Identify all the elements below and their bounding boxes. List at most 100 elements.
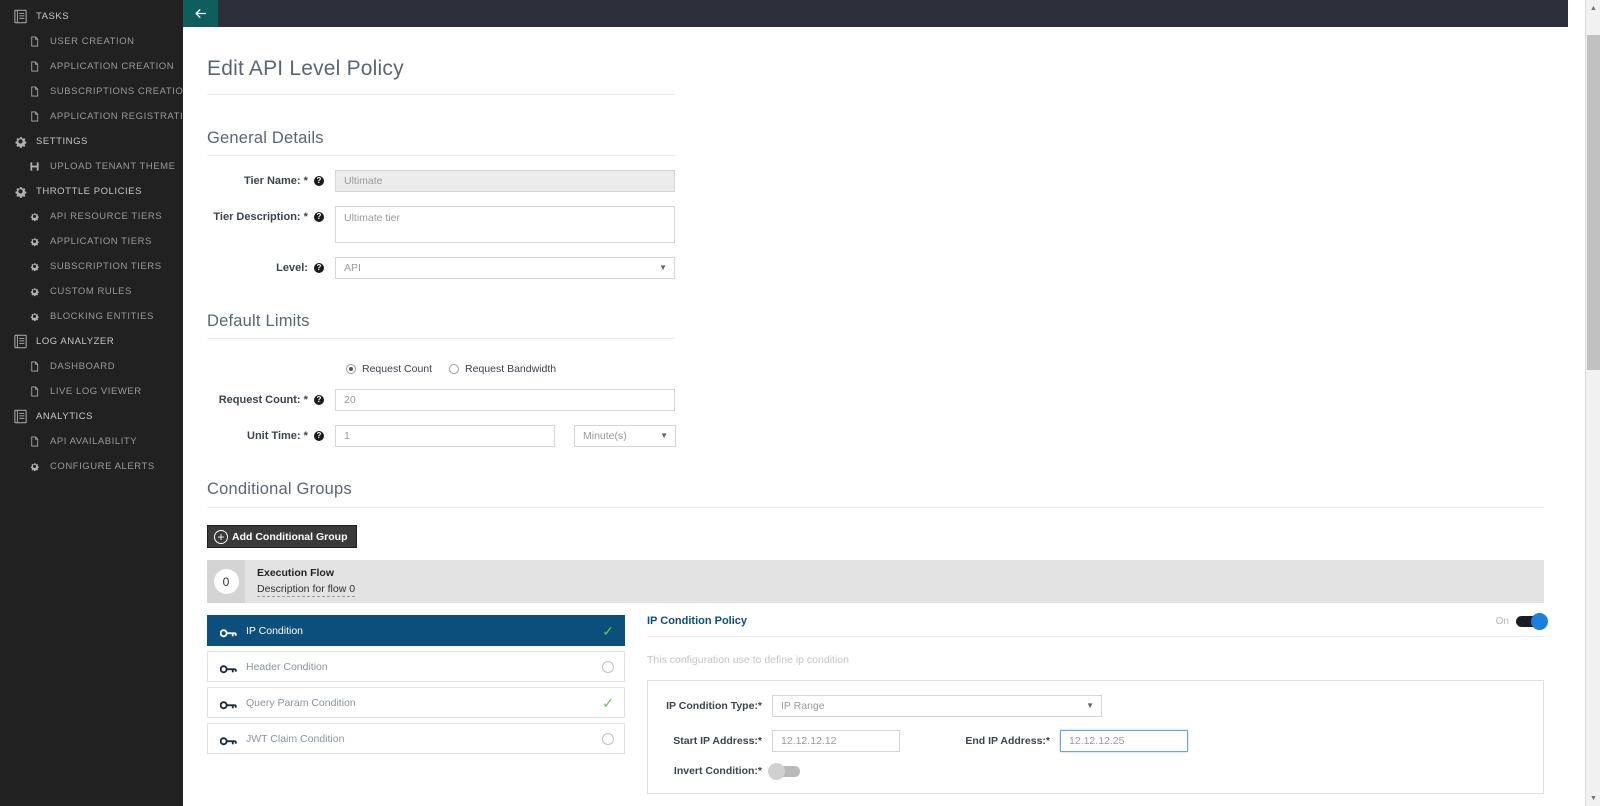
- help-icon[interactable]: ?: [314, 176, 324, 187]
- sidebar-item-live-log-viewer[interactable]: LIVE LOG VIEWER: [0, 379, 183, 404]
- back-button[interactable]: [183, 0, 218, 27]
- condition-item-label: JWT Claim Condition: [246, 732, 345, 745]
- sidebar-item-configure-alerts[interactable]: CONFIGURE ALERTS: [0, 454, 183, 479]
- app-root: TASKS USER CREATION APPLICATION CREATION SU…: [0, 0, 1600, 806]
- level-select[interactable]: API ▼: [335, 257, 675, 279]
- unit-time-input[interactable]: [335, 425, 555, 447]
- sidebar-item-blocking-entities[interactable]: BLOCKING ENTITIES: [0, 304, 183, 329]
- help-icon[interactable]: ?: [314, 395, 324, 406]
- start-ip-input[interactable]: [772, 730, 900, 752]
- toggle-knob: [1531, 612, 1548, 630]
- condition-item-ip-condition[interactable]: IP Condition ✓: [207, 615, 625, 646]
- sidebar: TASKS USER CREATION APPLICATION CREATION SU…: [0, 0, 183, 806]
- radio-request-bandwidth[interactable]: Request Bandwidth: [449, 363, 556, 375]
- ip-condition-type-value: IP Range: [781, 700, 825, 712]
- policy-toggle-wrap: On: [1495, 612, 1548, 630]
- sidebar-item-throttle-policies[interactable]: THROTTLE POLICIES: [0, 179, 183, 204]
- add-conditional-group-label: Add Conditional Group: [232, 530, 348, 543]
- level-label-text: Level:: [276, 262, 308, 274]
- request-count-input[interactable]: [335, 389, 675, 411]
- scroll-down-arrow-icon[interactable]: ▼: [1586, 790, 1600, 806]
- tier-name-input[interactable]: [335, 170, 675, 192]
- policy-toggle-label: On: [1495, 615, 1509, 627]
- sidebar-item-tasks[interactable]: TASKS: [0, 4, 183, 29]
- end-ip-label: End IP Address:*: [965, 735, 1050, 747]
- sidebar-item-application-tiers[interactable]: APPLICATION TIERS: [0, 229, 183, 254]
- unit-time-unit-select[interactable]: Minute(s) ▼: [574, 425, 676, 447]
- ip-condition-type-label: IP Condition Type:*: [666, 700, 762, 712]
- scroll-up-arrow-icon[interactable]: ▲: [1586, 0, 1600, 16]
- section-title-default-limits: Default Limits: [207, 312, 310, 330]
- radio-request-count-label: Request Count: [362, 363, 433, 375]
- end-ip-input[interactable]: [1060, 730, 1188, 752]
- sidebar-item-custom-rules[interactable]: CUSTOM RULES: [0, 279, 183, 304]
- sidebar-item-label: CUSTOM RULES: [50, 286, 132, 297]
- level-select-value: API: [344, 262, 361, 274]
- key-icon: [219, 625, 237, 638]
- document-icon: [12, 9, 29, 24]
- level-label: Level: ?: [207, 257, 335, 279]
- tier-name-label: Tier Name: * ?: [207, 170, 335, 192]
- file-icon: [26, 434, 43, 449]
- help-icon[interactable]: ?: [314, 212, 324, 223]
- unit-time-label: Unit Time: * ?: [207, 425, 335, 447]
- sidebar-item-application-registration[interactable]: APPLICATION REGISTRATION: [0, 104, 183, 129]
- sidebar-item-application-creation[interactable]: APPLICATION CREATION: [0, 54, 183, 79]
- gear-icon: [12, 134, 29, 149]
- condition-item-query-param-condition[interactable]: Query Param Condition ✓: [207, 687, 625, 718]
- file-icon: [26, 384, 43, 399]
- invert-condition-toggle[interactable]: [768, 762, 800, 780]
- check-icon: ✓: [602, 694, 614, 711]
- key-icon: [219, 697, 237, 710]
- sidebar-item-settings[interactable]: SETTINGS: [0, 129, 183, 154]
- tier-description-textarea[interactable]: [335, 206, 675, 243]
- ip-condition-type-select[interactable]: IP Range ▼: [772, 695, 1102, 717]
- sidebar-item-api-resource-tiers[interactable]: API RESOURCE TIERS: [0, 204, 183, 229]
- execution-flow-description[interactable]: Description for flow 0: [257, 583, 356, 597]
- policy-enable-toggle[interactable]: [1516, 612, 1548, 630]
- help-icon[interactable]: ?: [314, 431, 324, 442]
- sidebar-item-log-analyzer[interactable]: LOG ANALYZER: [0, 329, 183, 354]
- top-bar: [183, 0, 1568, 27]
- sidebar-item-api-availability[interactable]: API AVAILABILITY: [0, 429, 183, 454]
- help-icon[interactable]: ?: [314, 263, 324, 274]
- condition-body: IP Condition ✓ Header Condition Query Param…: [207, 612, 1548, 794]
- sidebar-item-label: ANALYTICS: [36, 411, 94, 422]
- scrollbar-thumb[interactable]: [1587, 35, 1600, 370]
- tier-description-required-mark: *: [303, 211, 308, 223]
- sidebar-item-analytics[interactable]: ANALYTICS: [0, 404, 183, 429]
- tier-description-label: Tier Description: * ?: [207, 206, 335, 228]
- sidebar-item-subscriptions-creation[interactable]: SUBSCRIPTIONS CREATION: [0, 79, 183, 104]
- chevron-down-icon: ▼: [1086, 701, 1094, 710]
- radio-request-count[interactable]: Request Count: [346, 363, 432, 375]
- file-icon: [26, 109, 43, 124]
- empty-circle-icon: [602, 660, 614, 673]
- sidebar-item-label: TASKS: [36, 11, 70, 22]
- sidebar-item-label: DASHBOARD: [50, 361, 116, 372]
- execution-flow-number: 0: [213, 569, 239, 594]
- page-scrollbar[interactable]: ▲ ▼: [1585, 0, 1600, 806]
- add-conditional-group-button[interactable]: + Add Conditional Group: [207, 525, 358, 548]
- gear-small-icon: [26, 234, 43, 249]
- section-title-conditional-groups: Conditional Groups: [207, 480, 352, 498]
- sidebar-item-upload-tenant-theme[interactable]: UPLOAD TENANT THEME: [0, 154, 183, 179]
- ip-condition-policy-panel: IP Condition Policy On This configuratio…: [647, 612, 1548, 794]
- condition-item-jwt-claim-condition[interactable]: JWT Claim Condition: [207, 723, 625, 754]
- sidebar-item-label: SETTINGS: [36, 136, 88, 147]
- radio-dot-icon: [346, 364, 356, 374]
- field-row-tier-name: Tier Name: * ?: [207, 170, 1544, 192]
- tier-name-label-text: Tier Name:: [243, 175, 301, 187]
- sidebar-item-user-creation[interactable]: USER CREATION: [0, 29, 183, 54]
- condition-item-header-condition[interactable]: Header Condition: [207, 651, 625, 682]
- sidebar-item-label: LIVE LOG VIEWER: [50, 386, 142, 397]
- sidebar-item-label: LOG ANALYZER: [36, 336, 115, 347]
- sidebar-item-label: API RESOURCE TIERS: [50, 211, 163, 222]
- gear-small-icon: [26, 259, 43, 274]
- sidebar-item-label: UPLOAD TENANT THEME: [50, 161, 176, 172]
- start-ip-label: Start IP Address:*: [673, 735, 762, 747]
- condition-item-label: Query Param Condition: [246, 696, 356, 709]
- sidebar-item-label: APPLICATION REGISTRATION: [50, 111, 183, 122]
- radio-dot-icon: [449, 364, 460, 374]
- sidebar-item-dashboard[interactable]: DASHBOARD: [0, 354, 183, 379]
- sidebar-item-subscription-tiers[interactable]: SUBSCRIPTION TIERS: [0, 254, 183, 279]
